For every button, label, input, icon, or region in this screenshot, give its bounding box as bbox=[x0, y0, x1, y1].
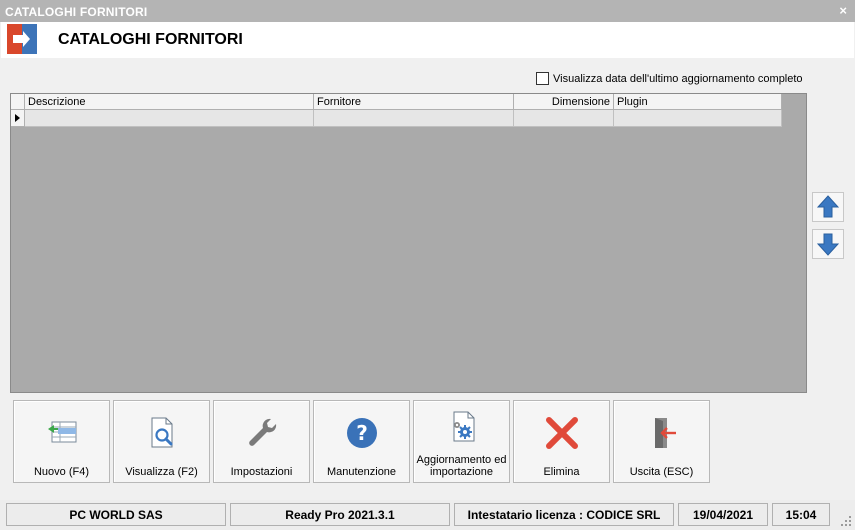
delete-button-label: Elimina bbox=[543, 466, 580, 478]
document-search-icon bbox=[151, 417, 172, 448]
update-import-button[interactable]: Aggiornamento ed importazione bbox=[413, 400, 510, 483]
show-full-update-date-checkbox[interactable] bbox=[536, 72, 549, 85]
view-button-label: Visualizza (F2) bbox=[125, 466, 198, 478]
status-license: Intestatario licenza : CODICE SRL bbox=[454, 503, 674, 526]
status-time: 15:04 bbox=[772, 503, 830, 526]
page-header: CATALOGHI FORNITORI bbox=[1, 22, 854, 58]
view-button[interactable]: Visualizza (F2) bbox=[113, 400, 210, 483]
delete-button[interactable]: Elimina bbox=[513, 400, 610, 483]
settings-button-label: Impostazioni bbox=[230, 466, 293, 478]
status-bar: PC WORLD SAS Ready Pro 2021.3.1 Intestat… bbox=[0, 500, 855, 530]
exit-door-icon bbox=[7, 24, 37, 54]
page-title: CATALOGHI FORNITORI bbox=[58, 31, 243, 48]
table-cell-plugin[interactable] bbox=[614, 110, 782, 127]
arrow-up-icon bbox=[817, 195, 839, 218]
column-header-dimensione[interactable]: Dimensione bbox=[514, 94, 614, 110]
document-gear-icon bbox=[453, 411, 474, 442]
new-button-label: Nuovo (F4) bbox=[33, 466, 90, 478]
exit-button[interactable]: Uscita (ESC) bbox=[613, 400, 710, 483]
maintenance-button[interactable]: ? Manutenzione bbox=[313, 400, 410, 483]
move-up-button[interactable] bbox=[812, 192, 844, 222]
wrench-icon bbox=[248, 418, 276, 446]
column-header-fornitore[interactable]: Fornitore bbox=[314, 94, 514, 110]
status-company: PC WORLD SAS bbox=[6, 503, 226, 526]
update-import-button-label: Aggiornamento ed importazione bbox=[416, 454, 507, 478]
close-icon[interactable]: × bbox=[839, 3, 847, 18]
window-titlebar: CATALOGHI FORNITORI × bbox=[0, 0, 855, 22]
new-button[interactable]: Nuovo (F4) bbox=[13, 400, 110, 483]
table-cell-descrizione[interactable] bbox=[25, 110, 314, 127]
window-title: CATALOGHI FORNITORI bbox=[5, 5, 148, 19]
exit-button-label: Uscita (ESC) bbox=[629, 466, 694, 478]
column-header-descrizione[interactable]: Descrizione bbox=[25, 94, 314, 110]
table-cell-fornitore[interactable] bbox=[314, 110, 514, 127]
exit-icon bbox=[654, 418, 676, 448]
row-pointer-icon bbox=[15, 114, 20, 122]
show-full-update-date-label: Visualizza data dell'ultimo aggiornament… bbox=[553, 72, 803, 85]
resize-grip-icon[interactable] bbox=[839, 514, 853, 528]
status-date: 19/04/2021 bbox=[678, 503, 768, 526]
maintenance-button-label: Manutenzione bbox=[326, 466, 397, 478]
svg-text:?: ? bbox=[356, 421, 368, 445]
show-full-update-date-option[interactable]: Visualizza data dell'ultimo aggiornament… bbox=[536, 72, 803, 85]
catalog-grid[interactable]: Descrizione Fornitore Dimensione Plugin bbox=[10, 93, 807, 393]
new-record-icon bbox=[47, 421, 76, 443]
column-header-plugin[interactable]: Plugin bbox=[614, 94, 782, 110]
arrow-down-icon bbox=[817, 233, 839, 256]
delete-x-icon bbox=[545, 417, 578, 449]
table-cell-dimensione[interactable] bbox=[514, 110, 614, 127]
help-icon: ? bbox=[346, 418, 377, 448]
status-version: Ready Pro 2021.3.1 bbox=[230, 503, 450, 526]
current-row-indicator bbox=[11, 110, 25, 127]
move-down-button[interactable] bbox=[812, 229, 844, 259]
settings-button[interactable]: Impostazioni bbox=[213, 400, 310, 483]
grid-corner bbox=[11, 94, 25, 110]
